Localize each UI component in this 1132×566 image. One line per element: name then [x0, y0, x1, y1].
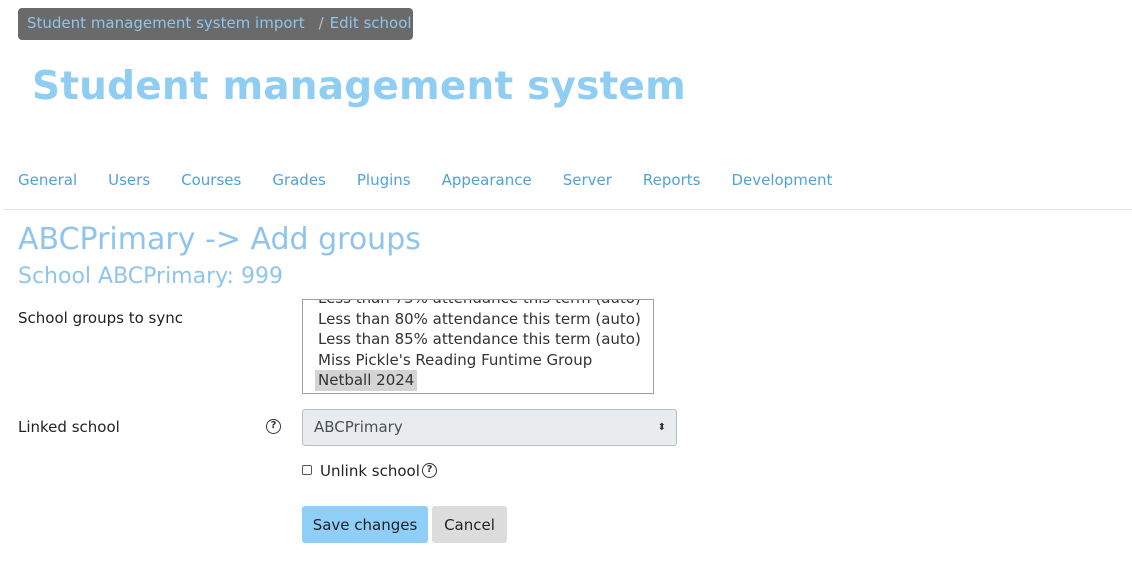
- group-option[interactable]: Less than 80% attendance this term (auto…: [303, 309, 653, 330]
- group-option[interactable]: Less than 75% attendance this term (auto…: [303, 300, 653, 309]
- breadcrumb-separator: /: [318, 14, 324, 32]
- site-title: Student management system: [32, 64, 686, 109]
- help-icon[interactable]: ?: [266, 419, 281, 434]
- groups-listbox[interactable]: Less than 75% attendance this term (auto…: [302, 299, 654, 394]
- group-option[interactable]: Less than 85% attendance this term (auto…: [303, 329, 653, 350]
- page-subheading: School ABCPrimary: 999: [18, 264, 283, 289]
- tab-appearance[interactable]: Appearance: [442, 171, 532, 189]
- breadcrumb-link-import[interactable]: Student management system import: [27, 14, 305, 32]
- tab-development[interactable]: Development: [731, 171, 832, 189]
- page-heading: ABCPrimary -> Add groups: [18, 222, 421, 257]
- unlink-school-checkbox[interactable]: [302, 465, 312, 475]
- group-option-selected[interactable]: Netball 2024: [303, 370, 653, 391]
- cancel-button[interactable]: Cancel: [432, 506, 507, 543]
- breadcrumb-link-edit-school[interactable]: Edit school: [330, 14, 412, 32]
- groups-label: School groups to sync: [18, 309, 183, 327]
- nav-divider: [4, 209, 1132, 210]
- tab-reports[interactable]: Reports: [643, 171, 701, 189]
- select-arrows-icon: ⬍: [657, 422, 666, 433]
- linked-school-value: ABCPrimary: [314, 418, 403, 436]
- tab-plugins[interactable]: Plugins: [357, 171, 411, 189]
- admin-nav: General Users Courses Grades Plugins App…: [18, 171, 863, 189]
- help-icon[interactable]: ?: [422, 463, 437, 478]
- tab-grades[interactable]: Grades: [272, 171, 326, 189]
- tab-server[interactable]: Server: [563, 171, 612, 189]
- tab-users[interactable]: Users: [108, 171, 150, 189]
- breadcrumb: Student management system import / Edit sc…: [18, 8, 413, 40]
- linked-school-select[interactable]: ABCPrimary ⬍: [302, 409, 677, 446]
- tab-general[interactable]: General: [18, 171, 77, 189]
- tab-courses[interactable]: Courses: [181, 171, 241, 189]
- unlink-school-label: Unlink school: [320, 462, 420, 480]
- linked-school-label: Linked school: [18, 418, 120, 436]
- group-option[interactable]: Miss Pickle's Reading Funtime Group: [303, 350, 653, 371]
- save-changes-button[interactable]: Save changes: [302, 506, 428, 543]
